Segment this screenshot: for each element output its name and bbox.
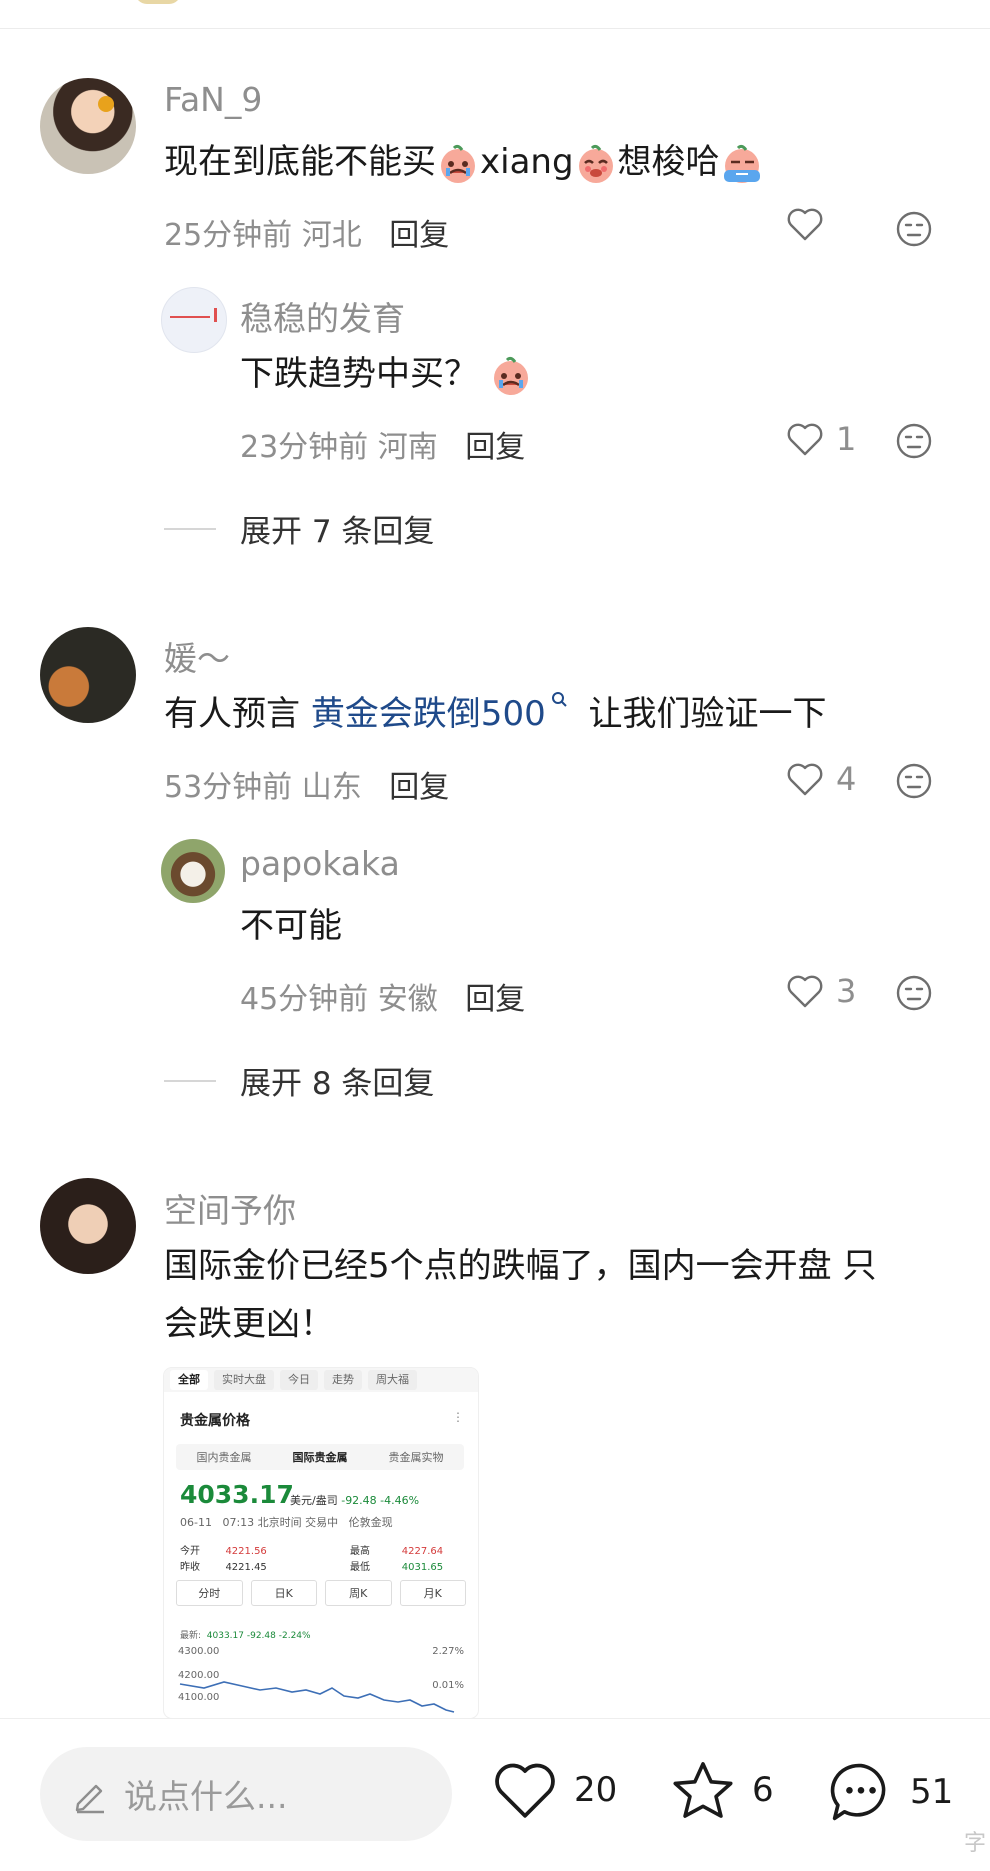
crying-emoji-icon	[493, 356, 528, 395]
dislike-face-icon[interactable]	[895, 762, 933, 800]
divider	[0, 28, 990, 29]
reply-button[interactable]: 回复	[389, 218, 449, 253]
reply-username[interactable]: 稳稳的发育	[240, 292, 405, 340]
comment-meta: 53分钟前 山东 回复	[164, 770, 450, 805]
y-tick: 4300.00	[178, 1646, 220, 1657]
reply-button[interactable]: 回复	[465, 430, 525, 465]
expand-replies-button[interactable]: 展开 7 条回复	[164, 506, 434, 551]
heart-icon	[787, 423, 823, 456]
avatar[interactable]	[40, 627, 136, 723]
gold-price: 4033.17	[180, 1480, 294, 1509]
reply-username[interactable]: papokaka	[240, 844, 400, 883]
divider	[164, 1079, 216, 1082]
search-link[interactable]: 黄金会跌倒500	[311, 692, 570, 734]
prev-close: 昨收 4221.45	[180, 1562, 267, 1573]
comments-button[interactable]: 51	[828, 1759, 953, 1825]
reply-text: 下跌趋势中买？	[240, 350, 533, 398]
search-icon	[551, 692, 567, 707]
comment-text-line: 会跌更凶！	[164, 1304, 334, 1344]
comment-bubble-icon	[830, 1763, 886, 1821]
comment-text-line: 国际金价已经5个点的跌幅了，国内一会开盘 只	[164, 1246, 877, 1286]
comment-text: 现在到底能不能买 xiang 想梭哈	[164, 138, 764, 186]
open-price: 今开 4221.56	[180, 1546, 267, 1557]
high-price: 最高 4227.64	[350, 1546, 444, 1557]
comment-username[interactable]: 空间予你	[164, 1184, 296, 1232]
right-tick: 2.27%	[432, 1646, 464, 1657]
price-unit: 美元/盎司 -92.48 -4.46%	[290, 1494, 420, 1507]
bottom-action-bar: 说点什么... 20 6 51 字	[0, 1718, 990, 1871]
drooling-emoji-icon	[578, 144, 613, 183]
reply-button[interactable]: 回复	[389, 770, 449, 805]
favorite-button[interactable]: 6	[670, 1759, 774, 1821]
sobbing-emoji-icon	[723, 144, 760, 183]
low-price: 最低 4031.65	[350, 1562, 444, 1573]
dislike-face-icon[interactable]	[895, 210, 933, 248]
like-button[interactable]	[786, 206, 836, 242]
avatar[interactable]	[161, 287, 227, 353]
like-button[interactable]: 1	[786, 420, 856, 458]
divider	[164, 527, 216, 530]
avatar[interactable]	[40, 78, 136, 174]
reply-meta: 23分钟前 河南 回复	[240, 430, 526, 465]
price-trend-line	[179, 1681, 455, 1713]
reply-text: 不可能	[240, 906, 342, 946]
comment-input[interactable]: 说点什么...	[40, 1747, 452, 1841]
like-button[interactable]: 20	[492, 1759, 617, 1821]
heart-icon	[495, 1763, 555, 1818]
expand-replies-button[interactable]: 展开 8 条回复	[164, 1058, 434, 1103]
dislike-face-icon[interactable]	[895, 422, 933, 460]
more-icon: ⋮	[452, 1410, 464, 1424]
comment-username[interactable]: 媛～	[164, 632, 230, 680]
comment-text: 有人预言 黄金会跌倒500 让我们验证一下	[164, 690, 827, 738]
period-tabs: 分时 日K 周K 月K	[176, 1580, 466, 1606]
heart-icon	[787, 975, 823, 1008]
avatar[interactable]	[40, 1178, 136, 1274]
crying-emoji-icon	[441, 144, 475, 183]
avatar[interactable]	[161, 839, 225, 903]
comment-username[interactable]: FaN_9	[164, 80, 262, 119]
image-tab-bar: 全部 实时大盘 今日 走势 周大福	[164, 1368, 478, 1392]
like-button[interactable]: 4	[786, 760, 856, 798]
star-icon	[673, 1762, 733, 1818]
pencil-icon	[75, 1784, 104, 1814]
reply-button[interactable]: 回复	[465, 982, 525, 1017]
price-date: 06-11 07:13 北京时间 交易中 伦敦金现	[180, 1516, 393, 1529]
previous-comment-avatar	[135, 0, 181, 4]
reply-meta: 45分钟前 安徽 回复	[240, 982, 526, 1017]
image-title: 贵金属价格	[180, 1413, 250, 1429]
latest-price: 最新: 4033.17 -92.48 -2.24%	[180, 1631, 311, 1641]
heart-icon	[787, 208, 823, 241]
comment-meta: 25分钟前 河北 回复	[164, 218, 450, 253]
heart-icon	[787, 763, 823, 796]
like-button[interactable]: 3	[786, 972, 856, 1010]
dislike-face-icon[interactable]	[895, 974, 933, 1012]
watermark: 字	[963, 1831, 986, 1856]
comment-image[interactable]: 全部 实时大盘 今日 走势 周大福 贵金属价格 ⋮ 国内贵金属 国际贵金属 贵金…	[164, 1368, 478, 1718]
image-subtabs: 国内贵金属 国际贵金属 贵金属实物	[176, 1444, 464, 1470]
